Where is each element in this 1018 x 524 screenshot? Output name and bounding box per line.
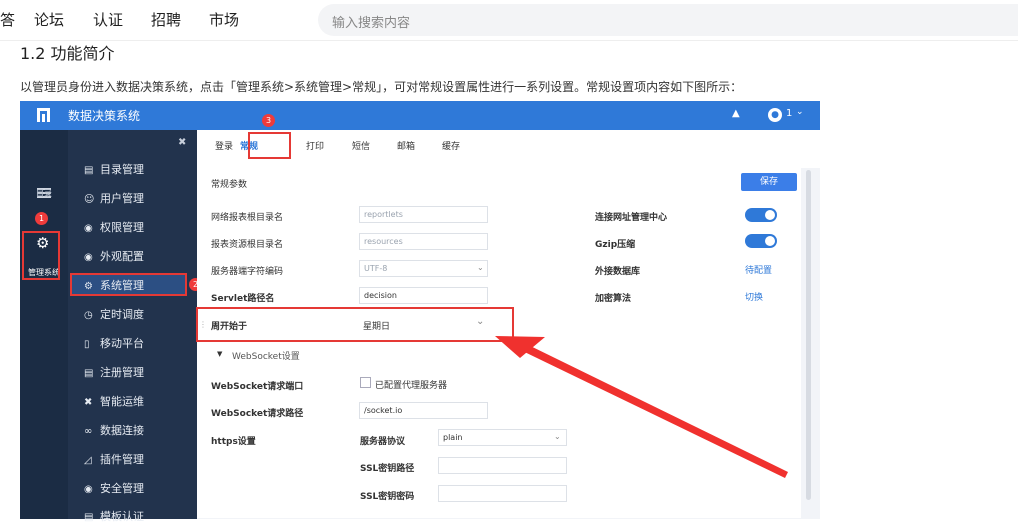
user-count: 1 — [786, 108, 793, 119]
section-label: 常规参数 — [211, 180, 248, 190]
link-icon: ∞ — [84, 426, 93, 437]
servlet-label: Servlet路径名 — [211, 294, 275, 304]
ext-db-link[interactable]: 待配置 — [745, 263, 772, 276]
conn-center-toggle[interactable] — [745, 208, 777, 222]
settings-icon: ⚙ — [84, 281, 93, 292]
sidebar-item-ops[interactable]: ✖ 智能运维 — [84, 393, 144, 409]
save-button[interactable]: 保存 — [741, 173, 797, 191]
nav-item-jobs[interactable]: 招聘 — [151, 9, 181, 30]
step-badge-1: 1 — [35, 212, 48, 225]
tab-print[interactable]: 打印 — [306, 139, 324, 152]
user-avatar[interactable]: ● — [768, 108, 782, 122]
ssl-path-input[interactable] — [438, 457, 567, 474]
sidebar-item-schedule[interactable]: ◷ 定时调度 — [84, 306, 144, 322]
register-icon: ▤ — [84, 368, 94, 379]
res-dir-label: 报表资源根目录名 — [211, 240, 284, 250]
shield-icon: ◉ — [84, 484, 93, 495]
sidebar-item-users[interactable]: ☺ 用户管理 — [84, 190, 144, 206]
sidebar-item-directory[interactable]: ▤ 目录管理 — [84, 161, 144, 177]
app-title: 数据决策系统 — [68, 109, 141, 123]
websocket-section-label[interactable]: WebSocket设置 — [232, 349, 300, 362]
ws-port-label: WebSocket请求端口 — [211, 382, 304, 392]
chevron-down-icon[interactable]: ⌄ — [554, 432, 561, 441]
search-placeholder: 输入搜索内容 — [332, 16, 411, 31]
charset-label: 服务器端字符编码 — [211, 267, 284, 277]
sidebar-item-appearance[interactable]: ◉ 外观配置 — [84, 248, 144, 264]
chevron-down-icon[interactable]: ⌄ — [477, 263, 484, 272]
sidebar-item-plugins[interactable]: ◿ 插件管理 — [84, 451, 144, 467]
ops-icon: ✖ — [84, 397, 93, 408]
https-label: https设置 — [211, 437, 256, 447]
clock-icon: ◷ — [84, 310, 93, 321]
ssl-path-label: SSL密钥路径 — [360, 464, 415, 474]
ext-db-label: 外接数据库 — [595, 267, 641, 277]
sidebar-item-template-auth[interactable]: ▤ 模板认证 — [84, 508, 144, 524]
protocol-label: 服务器协议 — [360, 437, 406, 447]
nav-item-forum[interactable]: 论坛 — [34, 9, 64, 30]
nav-item-answer[interactable]: 答 — [0, 9, 15, 30]
sidebar-item-registration[interactable]: ▤ 注册管理 — [84, 364, 144, 380]
search-input[interactable]: 输入搜索内容 — [318, 4, 1018, 36]
tab-highlight-box — [248, 132, 291, 159]
drag-handle-icon[interactable]: ⋮ — [199, 320, 207, 329]
conn-center-label: 连接网址管理中心 — [595, 213, 668, 223]
sidebar-item-system[interactable]: ⚙ 系统管理 — [84, 277, 144, 293]
charset-select[interactable]: UTF-8 — [359, 260, 488, 277]
folder-icon: ▤ — [84, 165, 94, 176]
sidebar-item-mobile[interactable]: ▯ 移动平台 — [84, 335, 144, 351]
week-start-label: 周开始于 — [211, 322, 248, 332]
proxy-label: 已配置代理服务器 — [375, 381, 448, 391]
plugin-icon: ◿ — [84, 455, 92, 466]
step-badge-3: 3 — [262, 114, 275, 127]
tab-email[interactable]: 邮箱 — [397, 139, 415, 152]
chevron-down-icon[interactable]: ⌄ — [796, 107, 804, 117]
scrollbar[interactable] — [806, 170, 811, 500]
protocol-select[interactable]: plain — [438, 429, 567, 446]
sidebar-item-permissions[interactable]: ◉ 权限管理 — [84, 219, 144, 235]
ws-path-label: WebSocket请求路径 — [211, 409, 304, 419]
ws-path-input[interactable]: /socket.io — [359, 402, 488, 419]
paint-icon: ◉ — [84, 252, 93, 263]
sidebar-item-dataconn[interactable]: ∞ 数据连接 — [84, 422, 144, 438]
ssl-pwd-input[interactable] — [438, 485, 567, 502]
app-header: 数据决策系统 ▲ ● 1 ⌄ — [20, 101, 820, 130]
app-logo-icon — [37, 108, 50, 122]
gzip-toggle[interactable] — [745, 234, 777, 248]
web-dir-label: 网络报表根目录名 — [211, 213, 284, 223]
week-start-select[interactable]: 星期日 — [363, 319, 390, 332]
encrypt-label: 加密算法 — [595, 294, 632, 304]
caret-down-icon[interactable]: ▼ — [217, 350, 222, 358]
servlet-input[interactable]: decision — [359, 287, 488, 304]
tab-login[interactable]: 登录 — [215, 139, 233, 152]
collapse-icon[interactable]: ✖ — [178, 137, 186, 148]
user-icon: ☺ — [84, 194, 95, 205]
res-dir-input[interactable]: resources — [359, 233, 488, 250]
chevron-down-icon[interactable]: ⌄ — [476, 316, 484, 327]
rail-directory-text[interactable]: 目录 — [20, 188, 68, 199]
ssl-pwd-label: SSL密钥密码 — [360, 492, 415, 502]
gzip-label: Gzip压缩 — [595, 240, 636, 250]
top-nav: 答 论坛 认证 招聘 市场 输入搜索内容 — [0, 0, 1018, 40]
web-dir-input[interactable]: reportlets — [359, 206, 488, 223]
tab-sms[interactable]: 短信 — [352, 139, 370, 152]
nav-divider — [0, 40, 1018, 41]
intro-paragraph: 以管理员身份进入数据决策系统，点击「管理系统>系统管理>常规」，可对常规设置属性… — [20, 80, 743, 94]
mobile-icon: ▯ — [84, 339, 90, 350]
nav-item-market[interactable]: 市场 — [209, 9, 239, 30]
rail-highlight-box — [22, 231, 60, 280]
section-title: 1.2 功能简介 — [20, 44, 115, 63]
lock-icon: ◉ — [84, 223, 93, 234]
proxy-checkbox[interactable] — [360, 377, 371, 388]
nav-item-certification[interactable]: 认证 — [93, 9, 123, 30]
template-icon: ▤ — [84, 512, 94, 523]
sidebar-item-security[interactable]: ◉ 安全管理 — [84, 480, 144, 496]
encrypt-link[interactable]: 切换 — [745, 290, 763, 303]
bell-icon[interactable]: ▲ — [732, 108, 740, 119]
tab-cache[interactable]: 缓存 — [442, 139, 460, 152]
